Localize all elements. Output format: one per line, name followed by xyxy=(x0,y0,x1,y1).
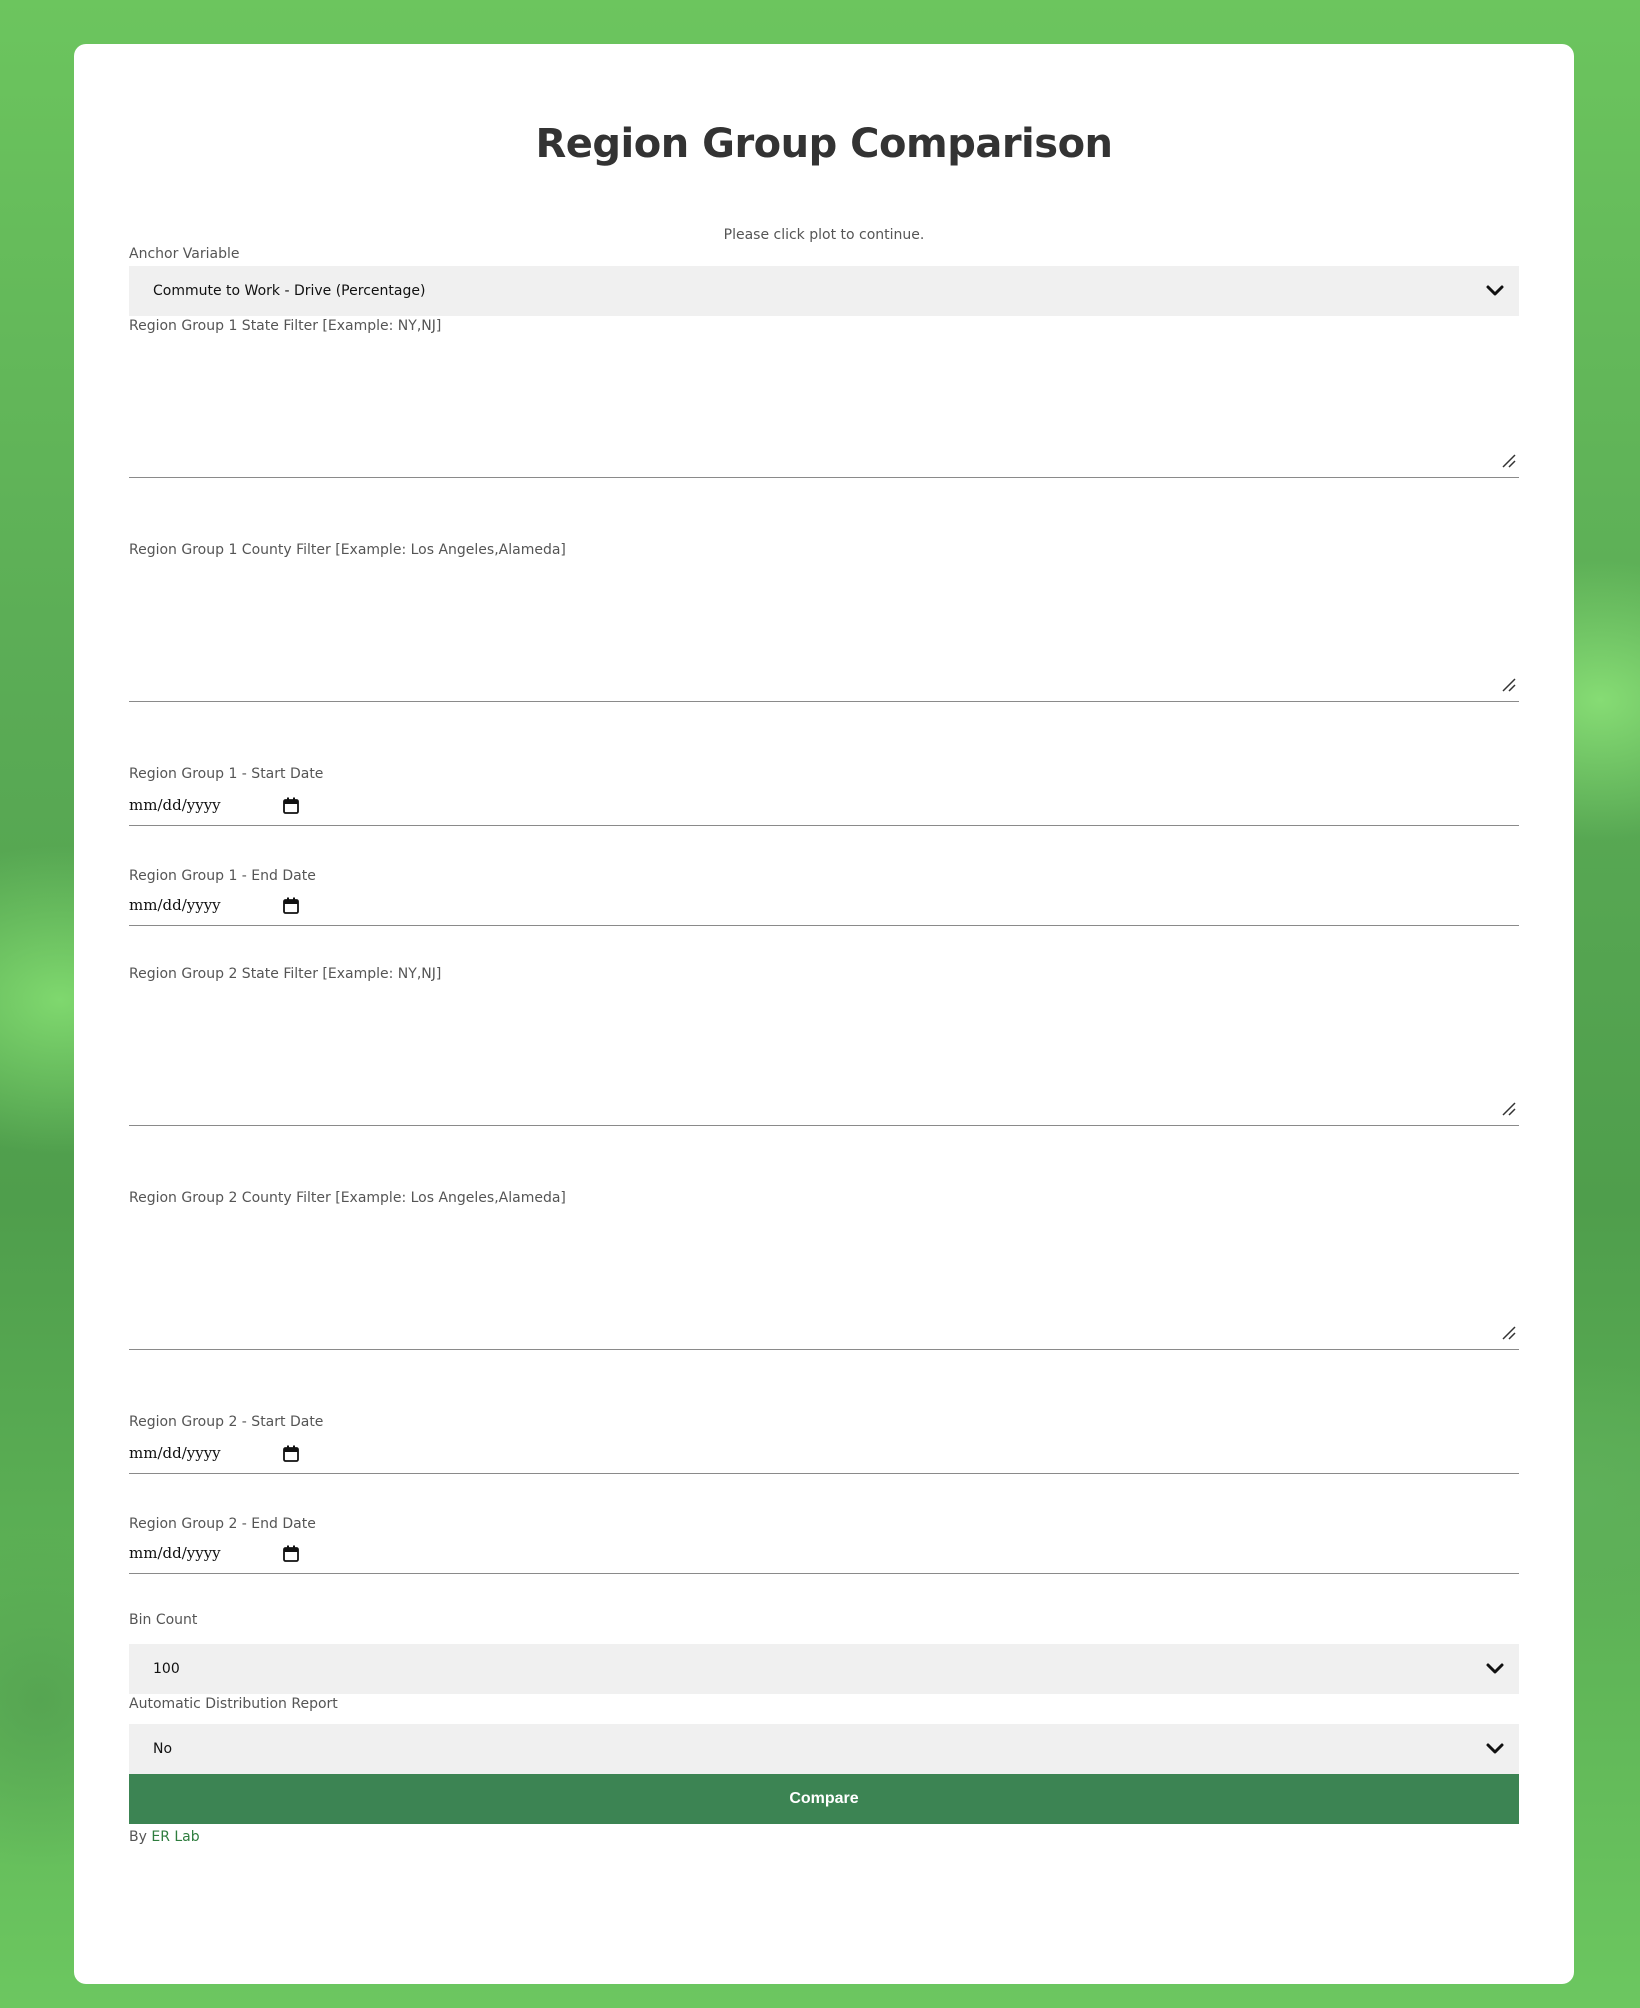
group1-state-label: Region Group 1 State Filter [Example: NY… xyxy=(129,318,442,334)
resize-handle-icon[interactable] xyxy=(1501,677,1517,693)
group2-start-placeholder: mm/dd/yyyy xyxy=(129,1444,221,1462)
resize-handle-icon[interactable] xyxy=(1501,1325,1517,1341)
calendar-icon[interactable] xyxy=(283,1445,299,1462)
group1-start-label: Region Group 1 - Start Date xyxy=(129,766,324,782)
group2-start-label: Region Group 2 - Start Date xyxy=(129,1414,324,1430)
calendar-icon[interactable] xyxy=(283,1545,299,1562)
group1-county-textarea[interactable] xyxy=(129,560,1519,702)
auto-report-select[interactable]: No xyxy=(129,1724,1519,1774)
form-card: Region Group Comparison Please click plo… xyxy=(74,44,1574,1984)
group1-end-date-input[interactable]: mm/dd/yyyy xyxy=(129,890,1519,926)
footer-credit: By ER Lab xyxy=(129,1827,1519,1847)
anchor-variable-label: Anchor Variable xyxy=(129,246,240,262)
bin-count-value: 100 xyxy=(153,1661,180,1677)
group2-start-date-input[interactable]: mm/dd/yyyy xyxy=(129,1438,1519,1474)
plot-notice: Please click plot to continue. xyxy=(723,227,925,243)
group1-state-textarea[interactable] xyxy=(129,336,1519,478)
resize-handle-icon[interactable] xyxy=(1501,453,1517,469)
footer-by: By xyxy=(129,1829,147,1845)
group2-state-label: Region Group 2 State Filter [Example: NY… xyxy=(129,966,442,982)
group2-end-date-input[interactable]: mm/dd/yyyy xyxy=(129,1538,1519,1574)
bin-count-select[interactable]: 100 xyxy=(129,1644,1519,1694)
compare-button[interactable]: Compare xyxy=(129,1774,1519,1824)
chevron-down-icon xyxy=(1486,285,1504,296)
chevron-down-icon xyxy=(1486,1663,1504,1674)
group2-county-label: Region Group 2 County Filter [Example: L… xyxy=(129,1190,566,1206)
calendar-icon[interactable] xyxy=(283,897,299,914)
auto-report-label: Automatic Distribution Report xyxy=(129,1696,338,1712)
resize-handle-icon[interactable] xyxy=(1501,1101,1517,1117)
group1-start-date-input[interactable]: mm/dd/yyyy xyxy=(129,790,1519,826)
page-title: Region Group Comparison xyxy=(535,121,1113,167)
group1-county-label: Region Group 1 County Filter [Example: L… xyxy=(129,542,566,558)
auto-report-value: No xyxy=(153,1741,173,1757)
group1-end-label: Region Group 1 - End Date xyxy=(129,868,316,884)
calendar-icon[interactable] xyxy=(283,797,299,814)
group2-end-placeholder: mm/dd/yyyy xyxy=(129,1544,221,1562)
chevron-down-icon xyxy=(1486,1743,1504,1754)
group2-state-textarea[interactable] xyxy=(129,984,1519,1126)
group2-county-textarea[interactable] xyxy=(129,1208,1519,1350)
anchor-variable-value: Commute to Work - Drive (Percentage) xyxy=(153,283,426,299)
er-lab-link[interactable]: ER Lab xyxy=(151,1829,199,1845)
group1-end-placeholder: mm/dd/yyyy xyxy=(129,896,221,914)
anchor-variable-select[interactable]: Commute to Work - Drive (Percentage) xyxy=(129,266,1519,316)
group1-start-placeholder: mm/dd/yyyy xyxy=(129,796,221,814)
bin-count-label: Bin Count xyxy=(129,1612,198,1628)
group2-end-label: Region Group 2 - End Date xyxy=(129,1516,316,1532)
